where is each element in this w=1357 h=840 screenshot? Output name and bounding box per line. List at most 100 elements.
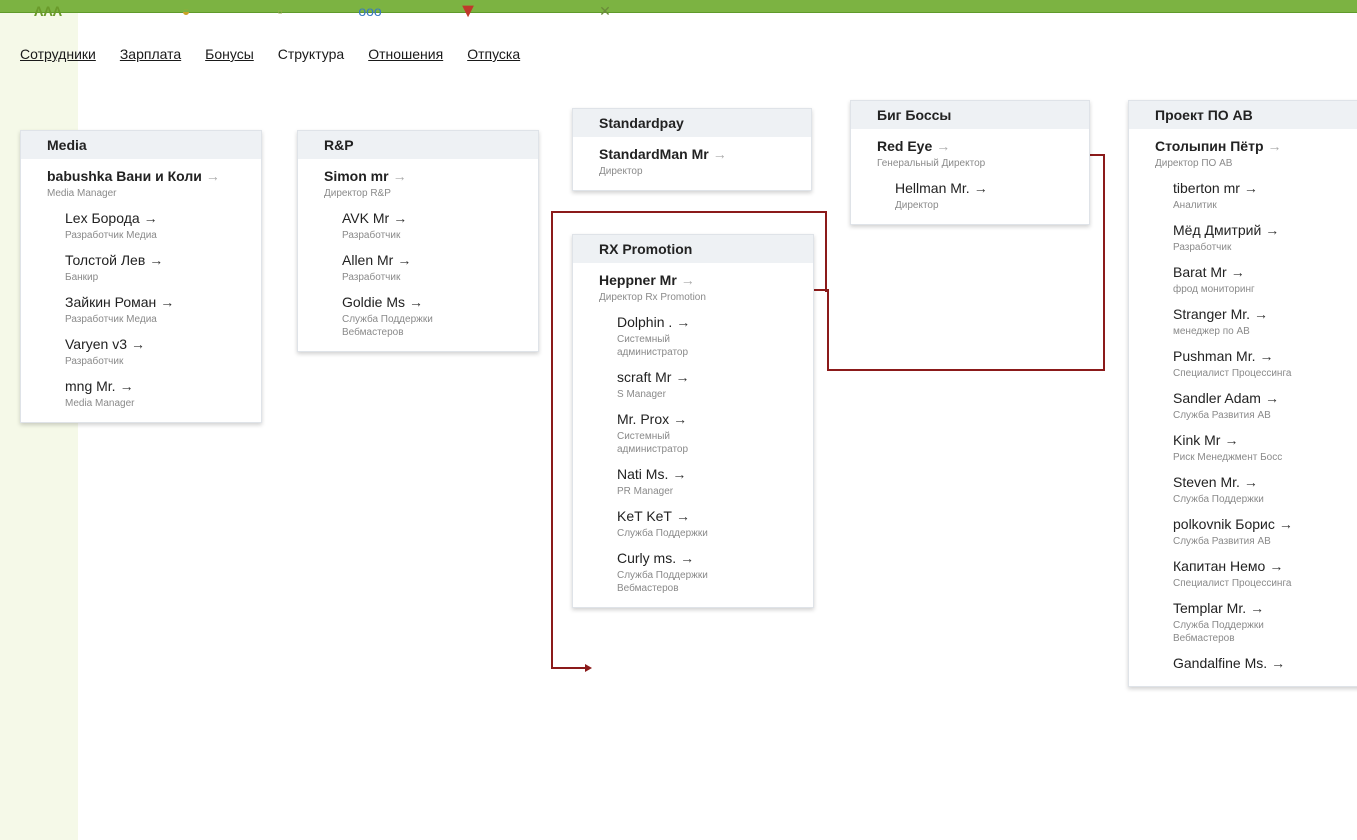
- employee-item[interactable]: Templar Mr. → Служба Поддержки Вебмастеров: [1129, 594, 1357, 649]
- arrow-icon[interactable]: →: [1271, 655, 1285, 671]
- employee-name[interactable]: Gandalfine Ms.: [1173, 655, 1267, 671]
- employee-name[interactable]: KeT KeT: [617, 508, 672, 524]
- employee-item[interactable]: Barat Mr → фрод мониторинг: [1129, 258, 1357, 300]
- employee-name[interactable]: Stranger Mr.: [1173, 306, 1250, 322]
- people-icon[interactable]: ΛΛΛ: [28, 0, 68, 22]
- arrow-icon[interactable]: →: [393, 168, 407, 184]
- employee-name[interactable]: Pushman Mr.: [1173, 348, 1255, 364]
- arrow-icon[interactable]: →: [1244, 180, 1258, 196]
- employee-name[interactable]: Allen Mr: [342, 252, 393, 268]
- department-head[interactable]: babushka Вани и Коли → Media Manager: [21, 159, 261, 204]
- employee-name[interactable]: Зайкин Роман: [65, 294, 156, 310]
- bag-icon[interactable]: ▫: [268, 0, 292, 22]
- employee-item[interactable]: Curly ms. → Служба Поддержки Вебмастеров: [573, 544, 813, 599]
- tab-bonusy[interactable]: Бонусы: [205, 46, 254, 62]
- employee-item[interactable]: Stranger Mr. → менеджер по АВ: [1129, 300, 1357, 342]
- department-head[interactable]: Heppner Mr → Директор Rx Promotion: [573, 263, 813, 308]
- employee-name[interactable]: Curly ms.: [617, 550, 676, 566]
- heart-icon[interactable]: ▼: [448, 0, 488, 22]
- employee-item[interactable]: KeT KeT → Служба Поддержки: [573, 502, 813, 544]
- arrow-icon[interactable]: →: [681, 272, 695, 288]
- arrow-icon[interactable]: →: [675, 369, 689, 385]
- arrow-icon[interactable]: →: [1224, 432, 1238, 448]
- employee-item[interactable]: Varyen v3 → Разработчик: [21, 330, 261, 372]
- tab-otpuska[interactable]: Отпуска: [467, 46, 520, 62]
- employee-name[interactable]: Lex Борода: [65, 210, 140, 226]
- employee-item[interactable]: mng Mr. → Media Manager: [21, 372, 261, 414]
- employee-name[interactable]: Steven Mr.: [1173, 474, 1240, 490]
- arrow-icon[interactable]: →: [1268, 138, 1282, 154]
- arrow-icon[interactable]: →: [131, 336, 145, 352]
- arrow-icon[interactable]: →: [1231, 264, 1245, 280]
- arrow-icon[interactable]: →: [672, 466, 686, 482]
- employee-name[interactable]: Varyen v3: [65, 336, 127, 352]
- arrow-icon[interactable]: →: [409, 294, 423, 310]
- department-head[interactable]: Столыпин Пётр → Директор ПО АВ: [1129, 129, 1357, 174]
- head-name[interactable]: Столыпин Пётр: [1155, 138, 1264, 154]
- arrow-icon[interactable]: →: [673, 411, 687, 427]
- arrow-icon[interactable]: →: [144, 210, 158, 226]
- employee-item[interactable]: scraft Mr → S Manager: [573, 363, 813, 405]
- head-name[interactable]: babushka Вани и Коли: [47, 168, 202, 184]
- arrow-icon[interactable]: →: [397, 252, 411, 268]
- tab-zarplata[interactable]: Зарплата: [120, 46, 181, 62]
- employee-name[interactable]: Nati Ms.: [617, 466, 668, 482]
- arrow-icon[interactable]: →: [120, 378, 134, 394]
- arrow-icon[interactable]: →: [1244, 474, 1258, 490]
- tab-otnosheniya[interactable]: Отношения: [368, 46, 443, 62]
- employee-item[interactable]: Steven Mr. → Служба Поддержки: [1129, 468, 1357, 510]
- employee-item[interactable]: Kink Mr → Риск Менеджмент Босс: [1129, 426, 1357, 468]
- arrow-icon[interactable]: →: [974, 180, 988, 196]
- employee-item[interactable]: polkovnik Борис → Служба Развития АВ: [1129, 510, 1357, 552]
- employee-name[interactable]: polkovnik Борис: [1173, 516, 1275, 532]
- employee-item[interactable]: Толстой Лев → Банкир: [21, 246, 261, 288]
- arrow-icon[interactable]: →: [1254, 306, 1268, 322]
- arrow-icon[interactable]: →: [680, 550, 694, 566]
- employee-name[interactable]: Dolphin .: [617, 314, 672, 330]
- tab-struktura[interactable]: Структура: [278, 46, 344, 62]
- coins-icon[interactable]: ◒: [172, 0, 200, 22]
- employee-name[interactable]: Goldie Ms: [342, 294, 405, 310]
- employee-name[interactable]: Толстой Лев: [65, 252, 145, 268]
- arrow-icon[interactable]: →: [1279, 516, 1293, 532]
- structure-icon[interactable]: ooo: [330, 0, 410, 22]
- employee-item[interactable]: Lex Борода → Разработчик Медиа: [21, 204, 261, 246]
- head-name[interactable]: StandardMan Mr: [599, 146, 709, 162]
- employee-name[interactable]: scraft Mr: [617, 369, 671, 385]
- employee-name[interactable]: Templar Mr.: [1173, 600, 1246, 616]
- employee-name[interactable]: AVK Mr: [342, 210, 389, 226]
- employee-item[interactable]: tiberton mr → Аналитик: [1129, 174, 1357, 216]
- arrow-icon[interactable]: →: [936, 138, 950, 154]
- head-name[interactable]: Heppner Mr: [599, 272, 677, 288]
- employee-name[interactable]: mng Mr.: [65, 378, 116, 394]
- arrow-icon[interactable]: →: [149, 252, 163, 268]
- arrow-icon[interactable]: →: [1269, 558, 1283, 574]
- arrow-icon[interactable]: →: [206, 168, 220, 184]
- employee-item[interactable]: Gandalfine Ms. →: [1129, 649, 1357, 678]
- employee-item[interactable]: Sandler Adam → Служба Развития АВ: [1129, 384, 1357, 426]
- employee-item[interactable]: Allen Mr → Разработчик: [298, 246, 538, 288]
- head-name[interactable]: Simon mr: [324, 168, 389, 184]
- employee-name[interactable]: Hellman Mr.: [895, 180, 970, 196]
- employee-name[interactable]: Sandler Adam: [1173, 390, 1261, 406]
- arrow-icon[interactable]: →: [1259, 348, 1273, 364]
- department-head[interactable]: StandardMan Mr → Директор: [573, 137, 811, 182]
- employee-item[interactable]: Goldie Ms → Служба Поддержки Вебмастеров: [298, 288, 538, 343]
- arrow-icon[interactable]: →: [676, 508, 690, 524]
- head-name[interactable]: Red Eye: [877, 138, 932, 154]
- employee-item[interactable]: Nati Ms. → PR Manager: [573, 460, 813, 502]
- employee-item[interactable]: AVK Mr → Разработчик: [298, 204, 538, 246]
- employee-name[interactable]: Mr. Prox: [617, 411, 669, 427]
- arrow-icon[interactable]: →: [160, 294, 174, 310]
- employee-item[interactable]: Mr. Prox → Системный администратор: [573, 405, 813, 460]
- department-head[interactable]: Red Eye → Генеральный Директор: [851, 129, 1089, 174]
- employee-item[interactable]: Мёд Дмитрий → Разработчик: [1129, 216, 1357, 258]
- department-head[interactable]: Simon mr → Директор R&P: [298, 159, 538, 204]
- arrow-icon[interactable]: →: [393, 210, 407, 226]
- employee-name[interactable]: tiberton mr: [1173, 180, 1240, 196]
- employee-item[interactable]: Hellman Mr. → Директор: [851, 174, 1089, 216]
- employee-name[interactable]: Barat Mr: [1173, 264, 1227, 280]
- employee-name[interactable]: Kink Mr: [1173, 432, 1220, 448]
- employee-item[interactable]: Зайкин Роман → Разработчик Медиа: [21, 288, 261, 330]
- arrow-icon[interactable]: →: [1250, 600, 1264, 616]
